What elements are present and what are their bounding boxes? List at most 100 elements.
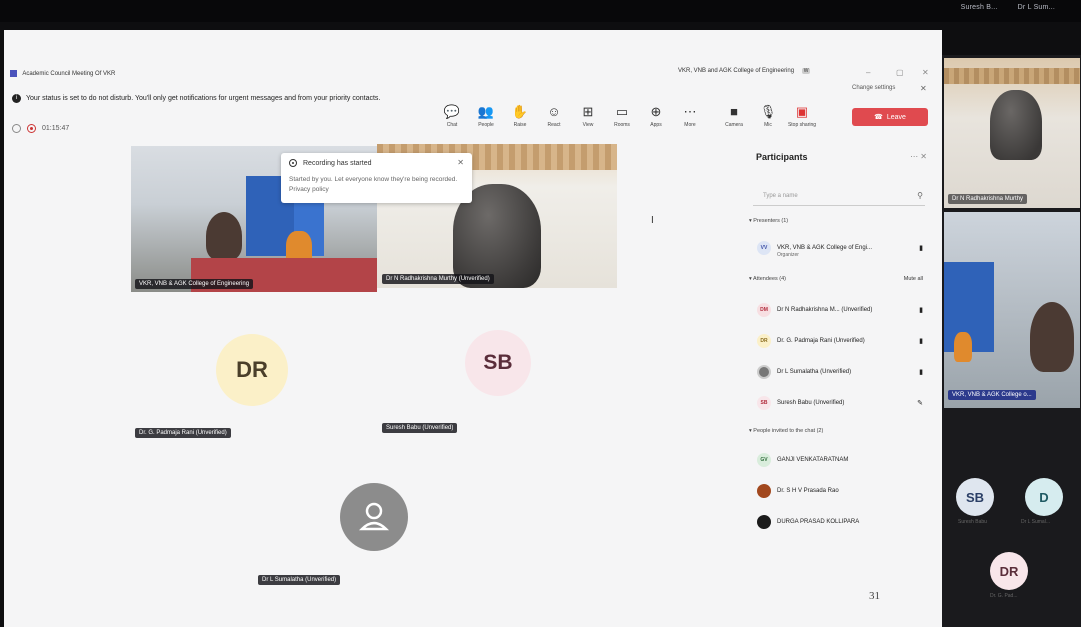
- view-button[interactable]: ⊞ View: [572, 104, 604, 134]
- toast-title: Recording has started: [303, 159, 372, 167]
- teams-logo-icon: [10, 70, 17, 77]
- chat-icon: 💬: [443, 104, 461, 119]
- avatar: SB: [757, 396, 771, 410]
- video-name-tag: Dr N Radhakrishna Murthy: [948, 194, 1028, 204]
- camera-icon: ■: [730, 104, 738, 119]
- org-name: VKR, VNB and AGK College of Engineering: [678, 68, 795, 74]
- video-name-tag: Dr N Radhakrishna Murthy (Unverified): [382, 274, 494, 284]
- search-icon: ⚲: [917, 191, 923, 200]
- participant-search-input[interactable]: Type a name ⚲: [753, 190, 925, 206]
- apps-button[interactable]: ⊕ Apps: [640, 104, 672, 134]
- avatar-dr[interactable]: DR: [216, 334, 288, 406]
- grid-icon: ⊞: [582, 104, 594, 119]
- call-timer: 01:15:47: [12, 124, 69, 133]
- avatar-label: Dr. G. Pad...: [990, 593, 1018, 599]
- attendees-header[interactable]: ▾ Attendees (4): [749, 276, 786, 282]
- participant-row[interactable]: Dr L Sumalatha (Unverified) ▮: [757, 364, 927, 380]
- avatar-sb[interactable]: SB: [465, 330, 531, 396]
- participant-row[interactable]: DURGA PRASAD KOLLIPARA: [757, 514, 927, 530]
- recording-toast: Recording has started Started by you. Le…: [281, 153, 472, 203]
- toast-body: Started by you. Let everyone know they'r…: [289, 176, 458, 193]
- text-cursor-icon: I: [651, 215, 654, 226]
- mic-icon: ▮: [919, 338, 923, 345]
- meeting-title: Academic Council Meeting Of VKR: [22, 71, 116, 78]
- mic-icon: ▮: [919, 369, 923, 376]
- avatar-sb-side[interactable]: SB: [956, 478, 994, 516]
- avatar: VV: [757, 241, 771, 255]
- rooms-icon: ▭: [615, 104, 629, 119]
- person-icon: [358, 502, 390, 531]
- change-settings-link[interactable]: Change settings: [852, 85, 895, 91]
- info-icon: i: [12, 93, 21, 103]
- banner-close-button[interactable]: ✕: [920, 84, 927, 93]
- dnd-text: Your status is set to do not disturb. Yo…: [26, 94, 381, 102]
- stop-sharing-button[interactable]: ▣ Stop sharing: [786, 104, 818, 134]
- participant-row[interactable]: Dr. S H V Prasada Rao: [757, 483, 927, 499]
- more-icon: ⋯: [683, 104, 697, 119]
- people-button[interactable]: 👥 People: [470, 104, 502, 134]
- participant-row[interactable]: GV GANJI VENKATARATNAM: [757, 452, 927, 468]
- smile-icon: ☺: [547, 104, 561, 119]
- presenters-header[interactable]: ▾ Presenters (1): [749, 218, 788, 224]
- page-number: 31: [869, 590, 880, 602]
- participants-panel: Participants ⋯ ✕ Type a name ⚲ ▾ Present…: [745, 140, 935, 550]
- avatar-label: Suresh Babu: [958, 519, 987, 525]
- panel-close-button[interactable]: ⋯ ✕: [910, 152, 927, 161]
- hand-icon: ✋: [511, 104, 529, 119]
- maximize-button[interactable]: ▢: [896, 68, 904, 77]
- apps-icon: ⊕: [650, 104, 662, 119]
- video-name-tag: VKR, VNB & AGK College o...: [948, 390, 1036, 400]
- participant-row[interactable]: SB Suresh Babu (Unverified) ✎: [757, 395, 927, 411]
- raise-hand-button[interactable]: ✋ Raise: [504, 104, 536, 134]
- video-tile-murthy-side[interactable]: Dr N Radhakrishna Murthy: [944, 58, 1080, 208]
- mute-all-button[interactable]: Mute all: [904, 276, 923, 282]
- avatar: [757, 484, 771, 498]
- more-button[interactable]: ⋯ More: [674, 104, 706, 134]
- title-bar: Academic Council Meeting Of VKR VKR, VNB…: [10, 40, 930, 77]
- rooms-button[interactable]: ▭ Rooms: [606, 104, 638, 134]
- top-name-2: Dr L Sum...: [1017, 4, 1055, 11]
- video-tile-college-side[interactable]: VKR, VNB & AGK College o...: [944, 212, 1080, 408]
- recording-icon: [27, 124, 36, 133]
- leave-button[interactable]: ☎ Leave: [852, 108, 928, 126]
- invited-header[interactable]: ▾ People invited to the chat (2): [749, 428, 823, 434]
- avatar-d-side[interactable]: D: [1025, 478, 1063, 516]
- panel-title: Participants: [756, 152, 808, 162]
- avatar: [757, 515, 771, 529]
- video-name-tag: VKR, VNB & AGK College of Engineering: [135, 279, 254, 289]
- avatar-dr-side[interactable]: DR: [990, 552, 1028, 590]
- mic-icon: ▮: [919, 245, 923, 252]
- participant-row[interactable]: VV VKR, VNB & AGK College of Engi... Org…: [757, 240, 927, 258]
- chat-button[interactable]: 💬 Chat: [436, 104, 468, 134]
- avatar: [757, 365, 771, 379]
- phone-icon: ☎: [874, 114, 883, 121]
- timer-text: 01:15:47: [42, 125, 70, 132]
- camera-button[interactable]: ■ Camera: [718, 104, 750, 134]
- minimize-button[interactable]: –: [866, 68, 870, 77]
- shield-icon: [12, 124, 21, 133]
- avatar-label: Dr L Sumal...: [1021, 519, 1050, 525]
- participant-row[interactable]: DR Dr. G. Padmaja Rani (Unverified) ▮: [757, 333, 927, 349]
- close-button[interactable]: ✕: [922, 68, 929, 77]
- tile-name-sumalatha: Dr L Sumalatha (Unverified): [258, 575, 341, 585]
- tile-name-suresh: Suresh Babu (Unverified): [382, 423, 458, 433]
- avatar: DR: [757, 334, 771, 348]
- avatar: DM: [757, 303, 771, 317]
- avatar-placeholder-icon[interactable]: [340, 483, 408, 551]
- mic-icon: 🎙: [759, 104, 777, 119]
- top-name-1: Suresh B...: [960, 4, 998, 11]
- mic-icon: ▮: [919, 307, 923, 314]
- toast-close-button[interactable]: ✕: [457, 158, 464, 167]
- share-icon: ▣: [795, 104, 809, 119]
- people-icon: 👥: [477, 104, 495, 119]
- tile-name-padmaja: Dr. G. Padmaja Rani (Unverified): [135, 428, 231, 438]
- mic-button[interactable]: 🎙 Mic: [752, 104, 784, 134]
- record-icon: [289, 159, 297, 167]
- participant-row[interactable]: DM Dr N Radhakrishna M... (Unverified) ▮: [757, 302, 927, 318]
- screen: Suresh B... Dr L Sum... Academic Council…: [0, 0, 1081, 627]
- react-button[interactable]: ☺ React: [538, 104, 570, 134]
- meeting-toolbar: 💬 Chat 👥 People ✋ Raise ☺ React ⊞ View ▭ Rooms…: [436, 104, 818, 134]
- avatar: GV: [757, 453, 771, 467]
- org-badge: W: [801, 68, 811, 74]
- os-top-bar: Suresh B... Dr L Sum...: [0, 0, 1081, 22]
